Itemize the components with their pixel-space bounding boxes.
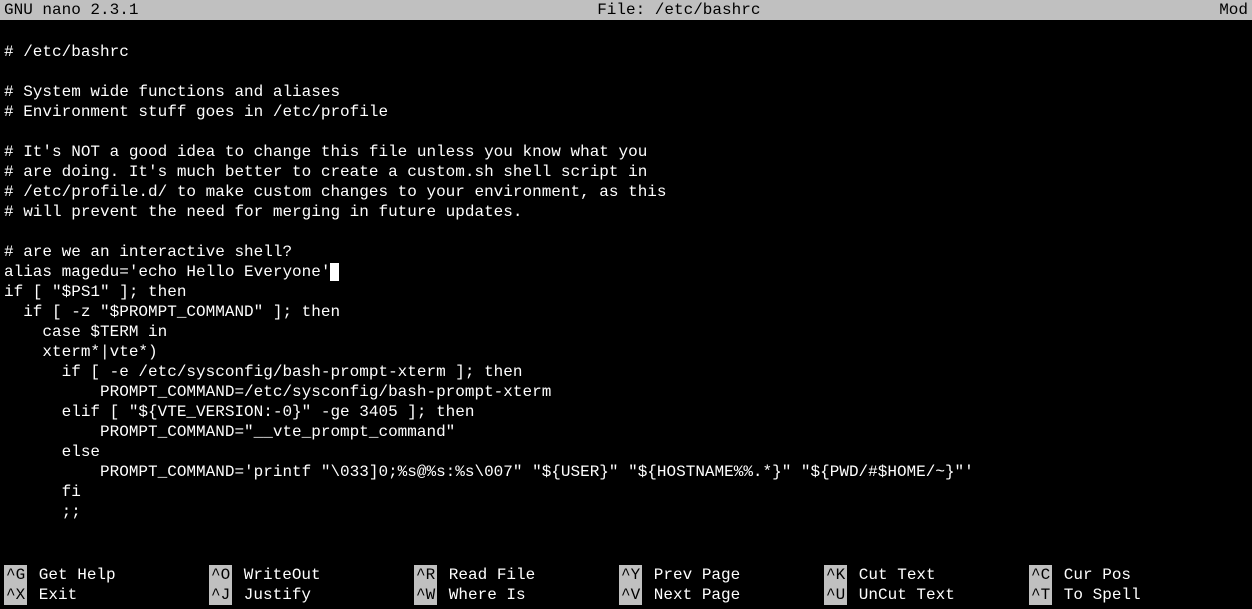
shortcut-key: ^W bbox=[414, 585, 437, 605]
shortcut-label: Get Help bbox=[29, 565, 115, 585]
shortcut-bar: ^G Get Help^O WriteOut^R Read File^Y Pre… bbox=[0, 565, 1252, 609]
shortcut-prev-page[interactable]: ^Y Prev Page bbox=[619, 565, 824, 585]
shortcut-where-is[interactable]: ^W Where Is bbox=[414, 585, 619, 605]
shortcut-label: Next Page bbox=[644, 585, 740, 605]
code-line[interactable]: fi bbox=[4, 482, 1248, 502]
code-line[interactable]: if [ -z "$PROMPT_COMMAND" ]; then bbox=[4, 302, 1248, 322]
shortcut-key: ^G bbox=[4, 565, 27, 585]
shortcut-key: ^X bbox=[4, 585, 27, 605]
app-name: GNU nano 2.3.1 bbox=[4, 0, 138, 20]
code-line[interactable]: elif [ "${VTE_VERSION:-0}" -ge 3405 ]; t… bbox=[4, 402, 1248, 422]
code-line[interactable]: # /etc/bashrc bbox=[4, 42, 1248, 62]
code-line[interactable]: if [ -e /etc/sysconfig/bash-prompt-xterm… bbox=[4, 362, 1248, 382]
code-line[interactable]: # Environment stuff goes in /etc/profile bbox=[4, 102, 1248, 122]
editor-area[interactable]: # /etc/bashrc # System wide functions an… bbox=[0, 20, 1252, 524]
code-line[interactable]: # /etc/profile.d/ to make custom changes… bbox=[4, 182, 1248, 202]
shortcut-key: ^J bbox=[209, 585, 232, 605]
title-bar: GNU nano 2.3.1 File: /etc/bashrc Mod bbox=[0, 0, 1252, 20]
shortcut-key: ^R bbox=[414, 565, 437, 585]
shortcut-writeout[interactable]: ^O WriteOut bbox=[209, 565, 414, 585]
code-line[interactable]: PROMPT_COMMAND="__vte_prompt_command" bbox=[4, 422, 1248, 442]
shortcut-read-file[interactable]: ^R Read File bbox=[414, 565, 619, 585]
shortcut-key: ^C bbox=[1029, 565, 1052, 585]
shortcut-exit[interactable]: ^X Exit bbox=[4, 585, 209, 605]
shortcut-label: Exit bbox=[29, 585, 77, 605]
file-name: File: /etc/bashrc bbox=[138, 0, 1219, 20]
shortcut-label: Prev Page bbox=[644, 565, 740, 585]
shortcut-key: ^O bbox=[209, 565, 232, 585]
shortcut-row-1: ^G Get Help^O WriteOut^R Read File^Y Pre… bbox=[4, 565, 1248, 585]
shortcut-to-spell[interactable]: ^T To Spell bbox=[1029, 585, 1234, 605]
code-line[interactable] bbox=[4, 62, 1248, 82]
shortcut-cut-text[interactable]: ^K Cut Text bbox=[824, 565, 1029, 585]
cursor bbox=[330, 263, 339, 281]
code-line[interactable] bbox=[4, 222, 1248, 242]
shortcut-key: ^U bbox=[824, 585, 847, 605]
shortcut-justify[interactable]: ^J Justify bbox=[209, 585, 414, 605]
code-line[interactable]: else bbox=[4, 442, 1248, 462]
code-line[interactable]: ;; bbox=[4, 502, 1248, 522]
code-line[interactable]: PROMPT_COMMAND=/etc/sysconfig/bash-promp… bbox=[4, 382, 1248, 402]
shortcut-uncut-text[interactable]: ^U UnCut Text bbox=[824, 585, 1029, 605]
shortcut-label: To Spell bbox=[1054, 585, 1140, 605]
shortcut-cur-pos[interactable]: ^C Cur Pos bbox=[1029, 565, 1234, 585]
code-line[interactable]: if [ "$PS1" ]; then bbox=[4, 282, 1248, 302]
code-line[interactable]: alias magedu='echo Hello Everyone' bbox=[4, 262, 1248, 282]
shortcut-label: Cut Text bbox=[849, 565, 935, 585]
shortcut-label: Where Is bbox=[439, 585, 525, 605]
shortcut-key: ^K bbox=[824, 565, 847, 585]
code-line[interactable]: # will prevent the need for merging in f… bbox=[4, 202, 1248, 222]
code-line[interactable] bbox=[4, 122, 1248, 142]
code-line[interactable] bbox=[4, 22, 1248, 42]
shortcut-label: Justify bbox=[234, 585, 311, 605]
code-line[interactable]: # are doing. It's much better to create … bbox=[4, 162, 1248, 182]
code-line[interactable]: # It's NOT a good idea to change this fi… bbox=[4, 142, 1248, 162]
code-line[interactable]: # System wide functions and aliases bbox=[4, 82, 1248, 102]
shortcut-label: UnCut Text bbox=[849, 585, 955, 605]
shortcut-key: ^V bbox=[619, 585, 642, 605]
shortcut-get-help[interactable]: ^G Get Help bbox=[4, 565, 209, 585]
shortcut-label: Read File bbox=[439, 565, 535, 585]
shortcut-row-2: ^X Exit^J Justify^W Where Is^V Next Page… bbox=[4, 585, 1248, 605]
code-line[interactable]: # are we an interactive shell? bbox=[4, 242, 1248, 262]
shortcut-label: WriteOut bbox=[234, 565, 320, 585]
shortcut-label: Cur Pos bbox=[1054, 565, 1131, 585]
modified-status: Mod bbox=[1219, 0, 1248, 20]
shortcut-key: ^T bbox=[1029, 585, 1052, 605]
shortcut-next-page[interactable]: ^V Next Page bbox=[619, 585, 824, 605]
code-line[interactable]: case $TERM in bbox=[4, 322, 1248, 342]
code-line[interactable]: xterm*|vte*) bbox=[4, 342, 1248, 362]
shortcut-key: ^Y bbox=[619, 565, 642, 585]
code-line[interactable]: PROMPT_COMMAND='printf "\033]0;%s@%s:%s\… bbox=[4, 462, 1248, 482]
